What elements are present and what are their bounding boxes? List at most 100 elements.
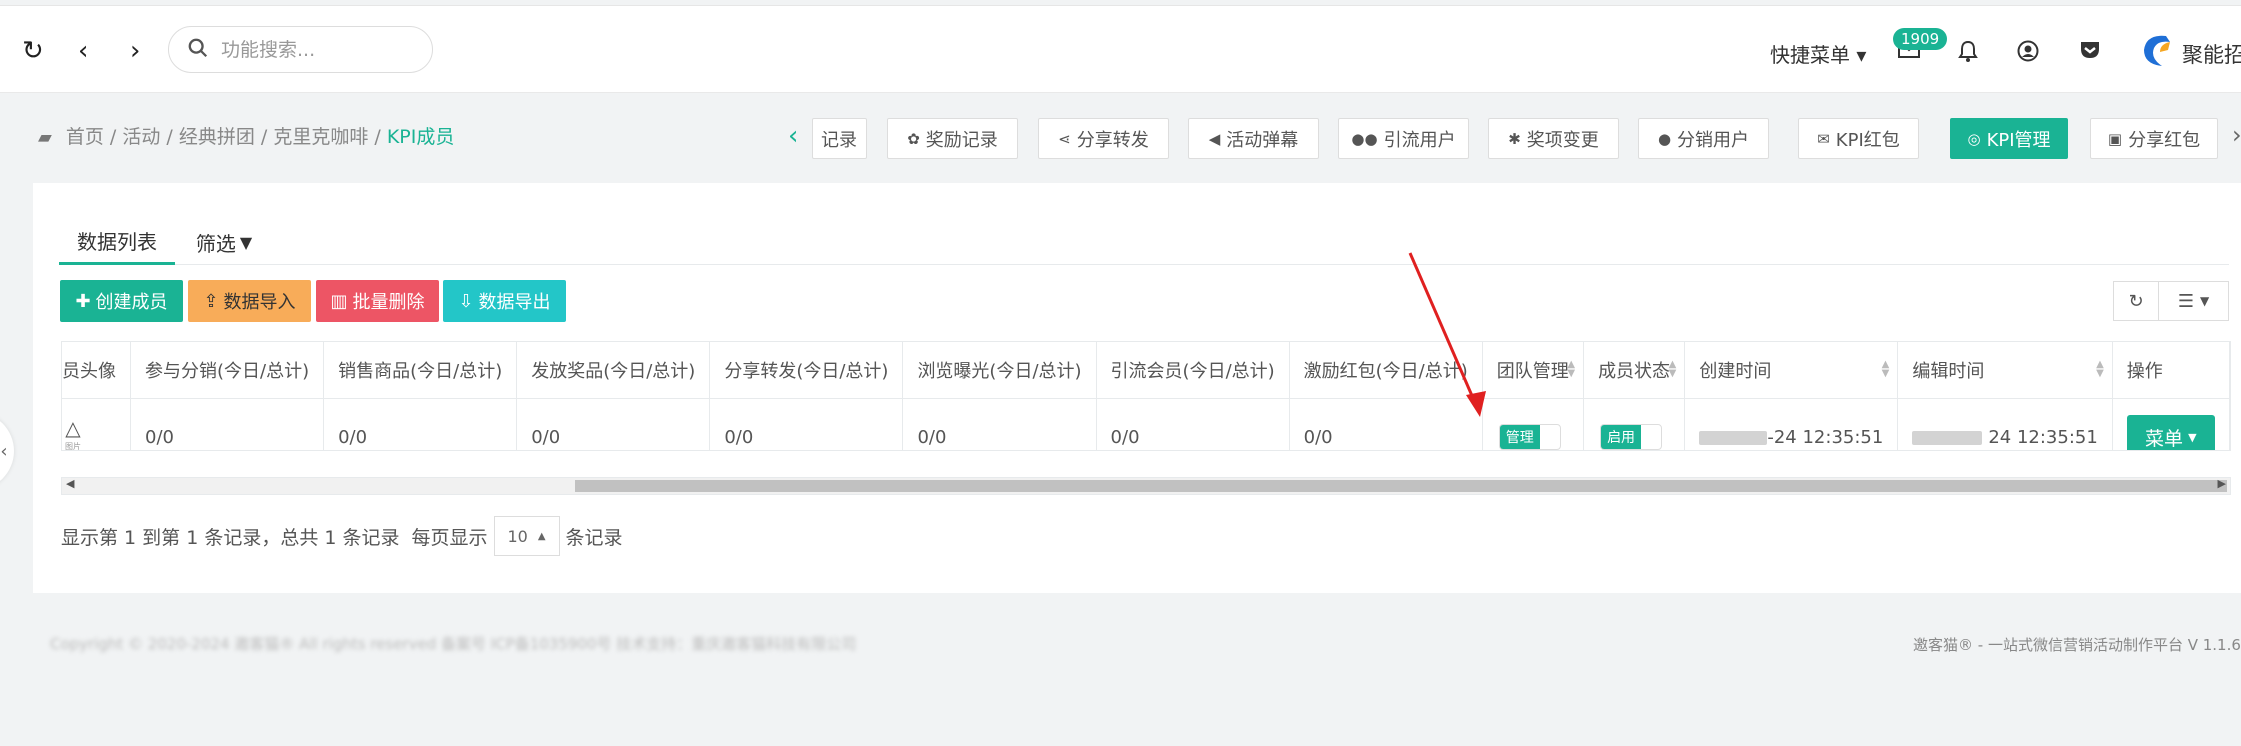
- tab-share[interactable]: ⋖ 分享转发: [1038, 118, 1169, 159]
- tab-label: 引流用户: [1383, 129, 1456, 151]
- create-member-button[interactable]: ✚ 创建成员: [60, 280, 183, 322]
- breadcrumb-current: KPI成员: [386, 126, 455, 148]
- tab-prize-change[interactable]: ✱ 奖项变更: [1488, 118, 1619, 159]
- plus-icon: ✚: [75, 290, 91, 312]
- tab-reward-records[interactable]: ✿ 奖励记录: [887, 118, 1018, 159]
- cell-distribution: 0/0: [130, 398, 325, 450]
- sort-icon: ▲ ▼: [1567, 359, 1576, 379]
- breadcrumb: ▰ 首页 / 活动 / 经典拼团 / 克里克咖啡 / KPI成员: [38, 122, 454, 149]
- tab-drainage-users[interactable]: ●● 引流用户: [1338, 118, 1469, 159]
- tab-kpi-redpacket[interactable]: ✉ KPI红包: [1798, 118, 1919, 159]
- scrollbar-thumb[interactable]: [575, 480, 2227, 492]
- tabs-scroll-left-icon[interactable]: ‹: [788, 121, 798, 151]
- button-label: 批量删除: [352, 292, 425, 313]
- breadcrumb-shop[interactable]: 克里克咖啡: [273, 126, 368, 148]
- tab-danmaku[interactable]: ◀ 活动弹幕: [1188, 118, 1319, 159]
- toggle-label: 管理: [1499, 425, 1540, 449]
- import-data-button[interactable]: ⇪ 数据导入: [188, 280, 311, 322]
- list-icon: ☰: [2177, 290, 2194, 312]
- col-prizes[interactable]: 发放奖品(今日/总计): [516, 342, 711, 399]
- forward-icon[interactable]: ›: [130, 34, 140, 68]
- bug-icon: ✱: [1508, 129, 1521, 148]
- tab-kpi-management[interactable]: ◎ KPI管理: [1950, 118, 2068, 159]
- tab-share-redpacket[interactable]: ▣ 分享红包: [2090, 118, 2218, 159]
- per-page-prefix: 每页显示: [411, 526, 488, 549]
- table-horizontal-scrollbar[interactable]: ◀ ▶: [61, 477, 2231, 495]
- mail-badge: 1909: [1893, 28, 1948, 50]
- user-circle-icon[interactable]: [2017, 40, 2039, 62]
- export-data-button[interactable]: ⇩ 数据导出: [443, 280, 566, 322]
- cell-edited: 24 12:35:51: [1897, 398, 2113, 450]
- members-table: 员头像 参与分销(今日/总计) 销售商品(今日/总计) 发放奖品(今日/总计) …: [61, 341, 2231, 451]
- tab-label: 记录: [821, 129, 857, 151]
- sort-icon: ▲ ▼: [2096, 359, 2104, 379]
- brand-name: 聚能招: [2182, 43, 2241, 67]
- button-label: 数据导出: [478, 292, 551, 313]
- search-icon: [188, 38, 208, 58]
- sort-icon: ▲ ▼: [1668, 359, 1677, 379]
- row-menu-button[interactable]: 菜单 ▼: [2126, 415, 2215, 450]
- search-input[interactable]: [221, 35, 421, 65]
- search-box[interactable]: [168, 26, 433, 73]
- quick-menu-dropdown[interactable]: 快捷菜单 ▾: [1770, 39, 1866, 68]
- tab-label: 活动弹幕: [1226, 129, 1299, 151]
- quick-menu-label: 快捷菜单: [1770, 43, 1850, 67]
- col-created[interactable]: 创建时间 ▲ ▼: [1684, 342, 1899, 399]
- cell-created: -24 12:35:51: [1684, 398, 1899, 450]
- back-icon[interactable]: ‹: [78, 34, 88, 68]
- redacted-date: [1699, 430, 1768, 445]
- bullhorn-icon: ◀: [1208, 129, 1221, 148]
- brand-logo-icon: [2144, 35, 2170, 66]
- col-views[interactable]: 浏览曝光(今日/总计): [902, 342, 1097, 399]
- columns-toggle-button[interactable]: ☰ ▼: [2158, 281, 2229, 321]
- refresh-table-button[interactable]: ↻: [2113, 281, 2159, 321]
- target-icon: ◎: [1967, 129, 1981, 148]
- avatar-caption: 图片: [65, 441, 81, 451]
- sort-icon: ▲ ▼: [1881, 359, 1890, 379]
- header-label: 团队管理: [1496, 360, 1569, 382]
- col-sales[interactable]: 销售商品(今日/总计): [323, 342, 518, 399]
- cell-actions: 菜单 ▼: [2112, 398, 2230, 450]
- tab-label: 分享红包: [2128, 129, 2201, 151]
- sidebar-toggle[interactable]: ‹: [0, 412, 14, 490]
- tab-distribution-users[interactable]: ● 分销用户: [1638, 118, 1769, 159]
- refresh-icon: ↻: [2128, 290, 2144, 312]
- page-size-value: 10: [507, 526, 528, 546]
- tabs-scroll-right-icon[interactable]: ›: [2232, 121, 2241, 149]
- caret-down-icon: ▼: [2199, 294, 2210, 308]
- refresh-icon[interactable]: ↻: [22, 34, 44, 68]
- breadcrumb-activity[interactable]: 活动: [122, 126, 160, 148]
- tab-filter[interactable]: 筛选 ▼: [187, 219, 261, 265]
- col-distribution[interactable]: 参与分销(今日/总计): [130, 342, 325, 399]
- status-toggle[interactable]: 启用: [1600, 424, 1663, 450]
- pocket-icon[interactable]: [2079, 40, 2101, 60]
- footer-copyright: Copyright © 2020-2024 邀客猫® All rights re…: [50, 635, 857, 653]
- scroll-right-icon[interactable]: ▶: [2218, 477, 2226, 490]
- breadcrumb-home[interactable]: 首页: [66, 126, 104, 148]
- tab-label: 数据列表: [77, 230, 157, 254]
- col-shares[interactable]: 分享转发(今日/总计): [709, 342, 904, 399]
- bell-icon[interactable]: [1958, 40, 1978, 62]
- footer-platform: 邀客猫® - 一站式微信营销活动制作平台 V 1.1.6: [1913, 636, 2241, 654]
- col-edited[interactable]: 编辑时间 ▲ ▼: [1897, 342, 2113, 399]
- button-label: 创建成员: [95, 292, 168, 313]
- col-avatar[interactable]: 员头像: [62, 342, 131, 399]
- batch-delete-button[interactable]: ▥ 批量删除: [316, 280, 439, 322]
- col-members[interactable]: 引流会员(今日/总计): [1096, 342, 1290, 399]
- team-manage-toggle[interactable]: 管理: [1498, 424, 1561, 450]
- page-size-select[interactable]: 10 ▲: [493, 516, 560, 556]
- tab-record[interactable]: 记录: [812, 118, 867, 159]
- content-tabs: 数据列表 筛选 ▼: [59, 219, 2229, 265]
- col-status[interactable]: 成员状态 ▲ ▼: [1583, 342, 1686, 399]
- table-row: △ 图片 0/0 0/0 0/0 0/0 0/0 0/0 0/0 管理 启用 -2…: [62, 398, 2230, 451]
- money-icon: ▣: [2107, 129, 2123, 148]
- header-label: 成员状态: [1598, 360, 1671, 382]
- avatar-placeholder-icon: △ 图片: [65, 415, 81, 451]
- filter-icon: ▼: [239, 232, 253, 252]
- tab-data-list[interactable]: 数据列表: [59, 219, 175, 265]
- tab-label: KPI管理: [1986, 129, 2051, 151]
- scroll-left-icon[interactable]: ◀: [66, 477, 74, 490]
- created-time: -24 12:35:51: [1767, 426, 1884, 448]
- tab-label: 奖项变更: [1526, 129, 1599, 151]
- breadcrumb-group[interactable]: 经典拼团: [179, 126, 255, 148]
